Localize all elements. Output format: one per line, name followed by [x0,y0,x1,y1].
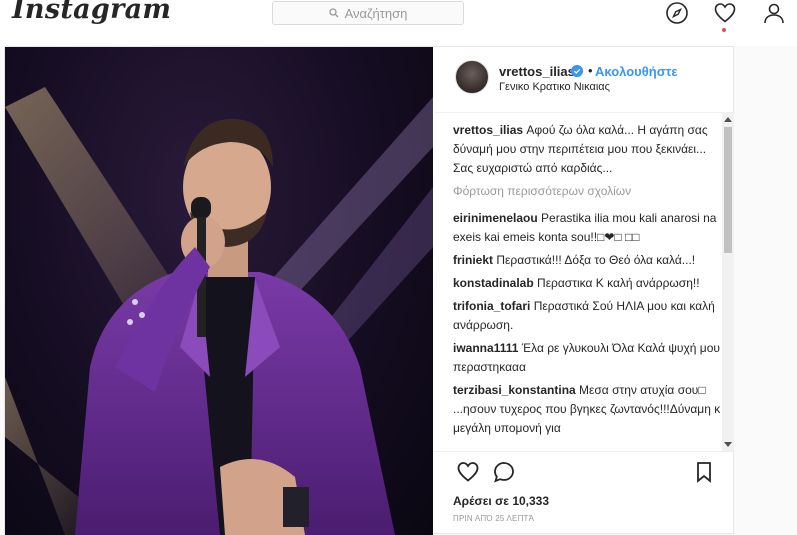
comment-username[interactable]: eirinimenelaou [453,211,538,225]
heart-icon[interactable] [713,1,737,25]
avatar[interactable] [455,60,489,94]
post-photo[interactable] [5,47,433,535]
bookmark-icon[interactable] [692,460,716,484]
search-icon [328,8,339,18]
post-card: vrettos_ilias • Ακολουθήστε Γενικο Κρατι… [4,46,735,535]
separator-bullet: • [588,63,593,78]
post-location[interactable]: Γενικο Κρατικο Νικαιας [499,81,610,93]
comment-username[interactable]: terzibasi_konstantina [453,383,576,397]
comment-username[interactable]: trifonia_tofari [453,299,530,313]
list-item: terzibasi_konstantina Μεσα στην ατυχία σ… [453,381,723,438]
scrollbar-thumb[interactable] [724,127,732,253]
comment-text: Περαστικα Κ καλή ανάρρωση!! [537,276,700,290]
comments-list[interactable]: vrettos_ilias Αφού ζω όλα καλά... Η αγάπ… [453,121,723,451]
verified-icon [571,65,583,77]
compass-icon[interactable] [665,1,689,25]
like-heart-icon[interactable] [456,460,480,484]
caption-username[interactable]: vrettos_ilias [453,123,523,137]
list-item: friniekt Περαστικά!!! Δόξα το Θεό όλα κα… [453,251,723,270]
notification-dot [722,28,726,32]
comment-text: Περαστικά!!! Δόξα το Θεό όλα καλά...! [496,253,696,267]
list-item: eirinimenelaou Perastika ilia mou kali a… [453,209,723,247]
follow-button[interactable]: Ακολουθήστε [595,64,678,79]
list-item: iwanna1111 Έλα ρε γλυκουλι Όλα Καλά ψυχή… [453,339,723,377]
instagram-logo[interactable]: Instagram [12,0,171,25]
caption: vrettos_ilias Αφού ζω όλα καλά... Η αγάπ… [453,121,723,178]
top-navigation-bar: Instagram Αναζήτηση [0,0,797,46]
likes-count[interactable]: Αρέσει σε 10,333 [453,494,549,508]
scroll-down-arrow-icon[interactable] [724,442,732,447]
list-item: trifonia_tofari Περαστικά Σού ΗΛΙΑ μου κ… [453,297,723,335]
comments-scrollbar[interactable] [722,113,734,451]
comment-username[interactable]: konstadinalab [453,276,534,290]
post-actions: Αρέσει σε 10,333 ΠΡΙΝ ΑΠΌ 25 ΛΕΠΤΆ [434,451,735,535]
list-item: konstadinalab Περαστικα Κ καλή ανάρρωση!… [453,274,723,293]
search-placeholder: Αναζήτηση [344,5,408,21]
comment-icon[interactable] [492,460,516,484]
post-details-panel: vrettos_ilias • Ακολουθήστε Γενικο Κρατι… [434,47,735,535]
user-icon[interactable] [762,1,786,25]
scroll-up-arrow-icon[interactable] [724,117,732,122]
post-timestamp[interactable]: ΠΡΙΝ ΑΠΌ 25 ΛΕΠΤΆ [453,514,534,523]
post-header: vrettos_ilias • Ακολουθήστε Γενικο Κρατι… [434,47,735,113]
load-more-comments-link[interactable]: Φόρτωση περισσότερων σχολίων [453,182,723,201]
comment-username[interactable]: friniekt [453,253,493,267]
search-input[interactable]: Αναζήτηση [272,1,464,25]
singer-photo-illustration [5,87,433,535]
post-username[interactable]: vrettos_ilias [499,64,575,79]
comment-username[interactable]: iwanna1111 [453,341,518,355]
